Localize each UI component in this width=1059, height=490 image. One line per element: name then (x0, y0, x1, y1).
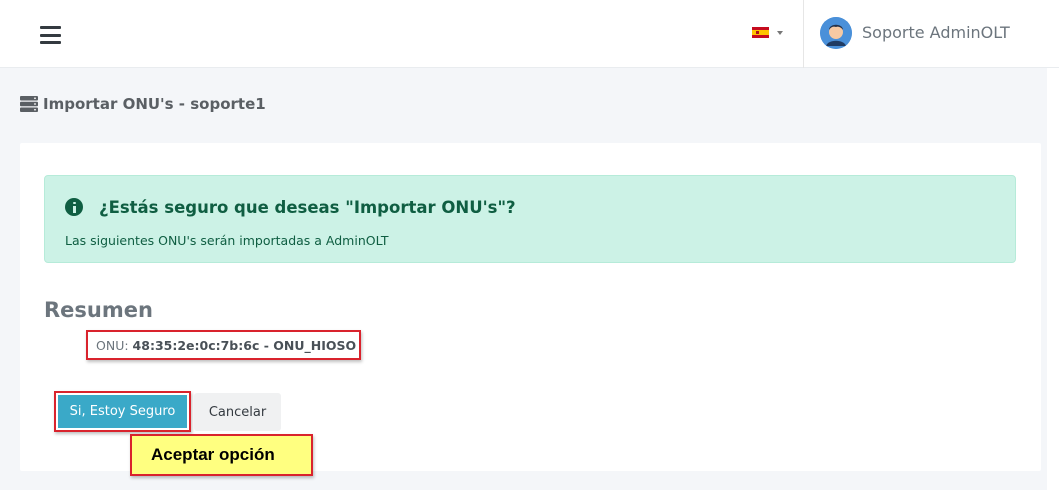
cancel-button[interactable]: Cancelar (194, 393, 281, 431)
onu-value: 48:35:2e:0c:7b:6c - ONU_HIOSO (132, 338, 357, 353)
annotation-callout: Aceptar opción (130, 434, 313, 476)
onu-label: ONU: (96, 338, 129, 353)
summary-heading: Resumen (44, 298, 153, 322)
alert-title: ¿Estás seguro que deseas "Importar ONU's… (99, 198, 516, 217)
navbar-divider (803, 0, 804, 68)
page-title: Importar ONU's - soporte1 (20, 94, 420, 116)
caret-down-icon (777, 31, 783, 35)
confirm-button[interactable]: Si, Estoy Seguro (58, 395, 187, 428)
scroll-gutter (1047, 68, 1059, 490)
alert-description: Las siguientes ONU's serán importadas a … (65, 233, 389, 248)
spain-flag-icon (752, 27, 769, 38)
user-avatar-icon (820, 17, 852, 49)
server-icon (20, 96, 38, 112)
language-dropdown[interactable] (752, 27, 786, 41)
hamburger-icon[interactable] (40, 26, 61, 44)
top-navbar: Soporte AdminOLT (0, 0, 1059, 68)
user-name: Soporte AdminOLT (862, 23, 1010, 42)
confirmation-alert: ¿Estás seguro que deseas "Importar ONU's… (44, 175, 1016, 263)
content-card: ¿Estás seguro que deseas "Importar ONU's… (20, 143, 1041, 476)
onu-summary-line: ONU: 48:35:2e:0c:7b:6c - ONU_HIOSO (86, 330, 361, 360)
confirm-button-highlight: Si, Estoy Seguro (54, 391, 191, 432)
user-menu[interactable]: Soporte AdminOLT (820, 17, 1040, 49)
page-title-text: Importar ONU's - soporte1 (43, 95, 266, 113)
info-circle-icon (65, 198, 83, 216)
